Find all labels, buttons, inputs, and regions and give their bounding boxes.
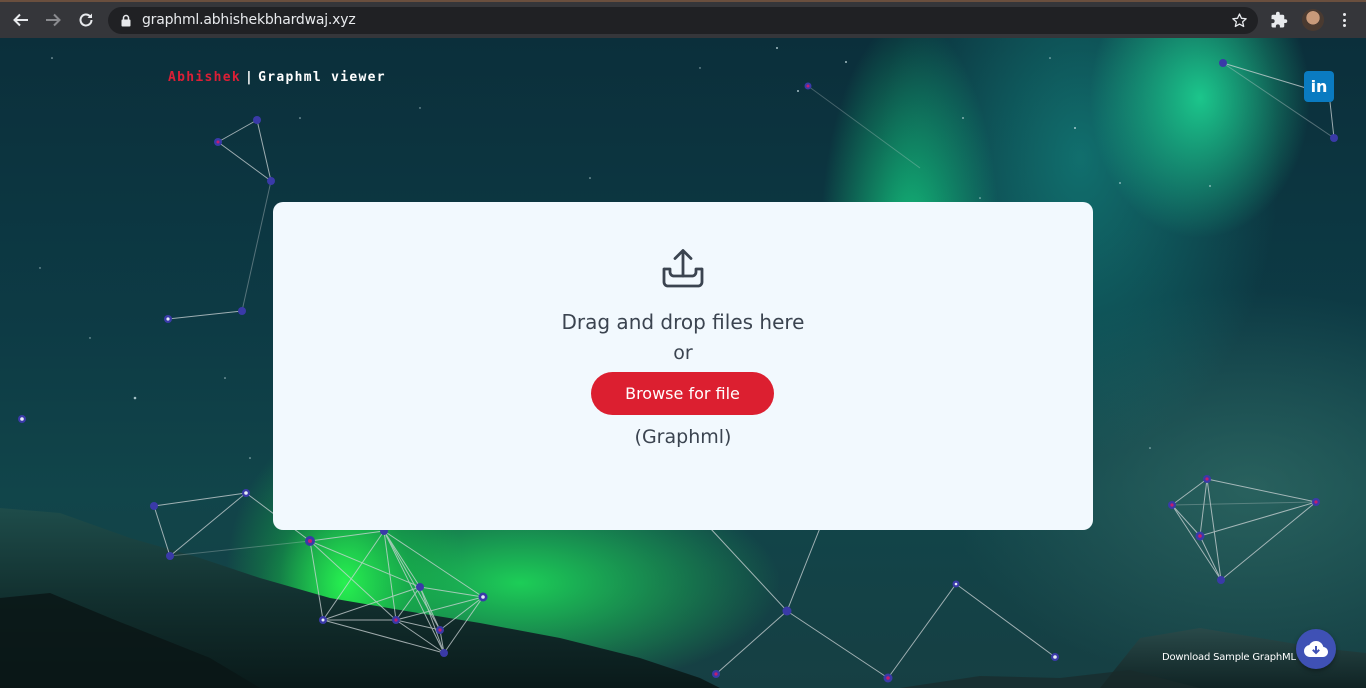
brand-name[interactable]: Abhishek — [168, 70, 241, 85]
reload-button[interactable] — [72, 6, 100, 34]
app-title: Graphml viewer — [258, 70, 386, 85]
download-sample-label[interactable]: Download Sample GraphML — [1162, 652, 1296, 663]
avatar[interactable] — [1302, 9, 1324, 31]
or-label: or — [673, 342, 693, 364]
upload-tray-icon — [662, 249, 704, 288]
site-header: Abhishek | Graphml viewer — [168, 70, 386, 85]
url-text[interactable]: graphml.abhishekbhardwaj.xyz — [142, 12, 356, 28]
browser-toolbar: graphml.abhishekbhardwaj.xyz — [0, 0, 1366, 38]
reload-icon — [79, 13, 93, 27]
arrow-left-icon — [13, 13, 28, 27]
accepted-file-type: (Graphml) — [634, 426, 732, 448]
page-background: Abhishek | Graphml viewer in Drag and drop… — [0, 38, 1366, 688]
file-dropzone[interactable]: Drag and drop files here or Browse for f… — [273, 202, 1093, 530]
kebab-menu-icon[interactable] — [1337, 11, 1351, 29]
forward-button[interactable] — [39, 6, 67, 34]
star-icon[interactable] — [1231, 12, 1248, 29]
lock-icon — [121, 14, 131, 27]
address-bar[interactable]: graphml.abhishekbhardwaj.xyz — [108, 7, 1258, 34]
back-button[interactable] — [7, 6, 35, 34]
cloud-download-icon — [1304, 641, 1328, 657]
arrow-right-icon — [46, 13, 61, 27]
puzzle-icon[interactable] — [1270, 11, 1288, 29]
browse-file-button[interactable]: Browse for file — [591, 372, 774, 415]
linkedin-icon[interactable]: in — [1304, 71, 1334, 102]
brand-separator: | — [245, 70, 255, 85]
download-sample-button[interactable] — [1296, 629, 1336, 669]
drag-drop-label: Drag and drop files here — [561, 310, 805, 334]
